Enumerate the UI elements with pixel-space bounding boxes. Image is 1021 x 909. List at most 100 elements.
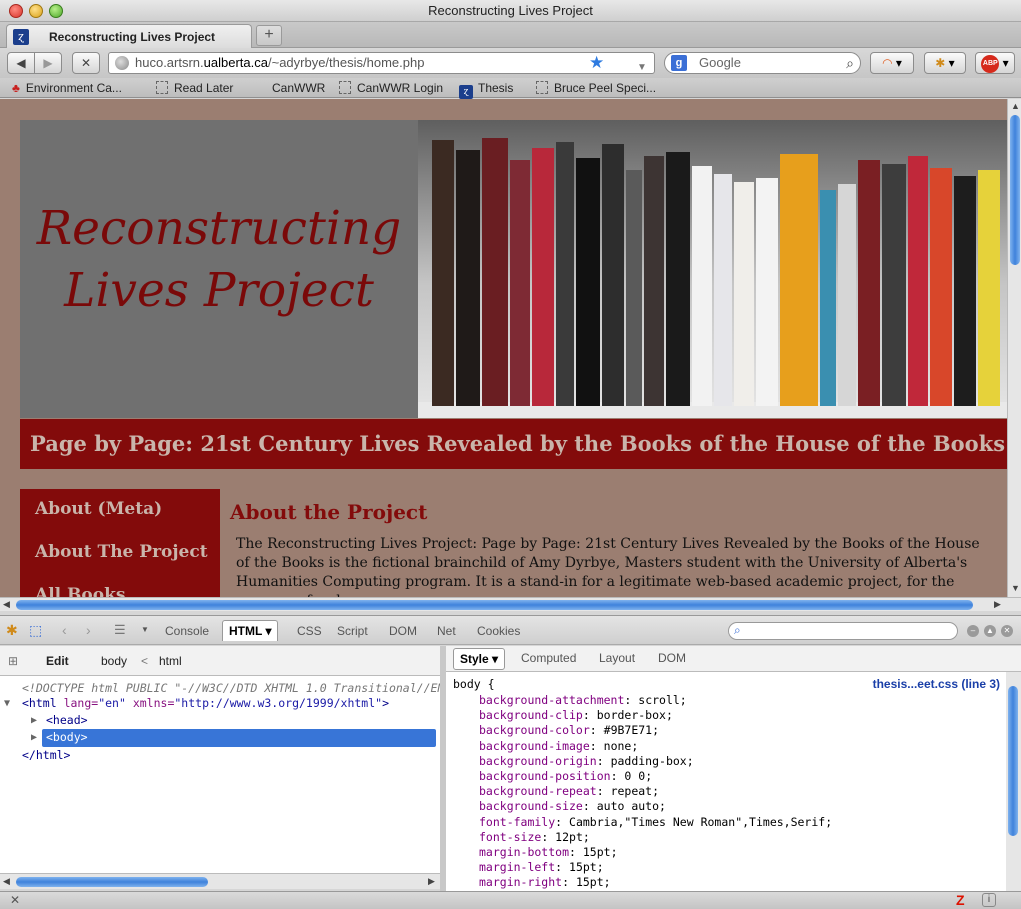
rainbow-extension-button[interactable]: ◠ ▾	[870, 52, 914, 74]
tab-html[interactable]: HTML ▾	[222, 620, 279, 641]
scrollbar-thumb[interactable]	[1008, 686, 1018, 836]
subtab-computed[interactable]: Computed	[521, 651, 576, 665]
inspect-icon[interactable]: ⬚	[29, 622, 42, 639]
bookmark-read-later[interactable]: Read Later	[156, 80, 233, 96]
css-rule[interactable]: margin-right: 15pt;	[479, 875, 611, 889]
page-horizontal-scrollbar[interactable]: ◀ ▶	[0, 597, 1021, 611]
css-rule[interactable]: background-repeat: repeat;	[479, 784, 659, 798]
expand-icon[interactable]: ⊞	[8, 654, 18, 668]
back-button[interactable]: ◀	[7, 52, 35, 74]
info-icon[interactable]: i	[982, 893, 996, 907]
style-panel-scrollbar[interactable]	[1006, 672, 1021, 891]
css-selector: body {	[453, 677, 495, 691]
html-panel-scrollbar[interactable]: ◀ ▶	[0, 873, 440, 889]
subtab-layout[interactable]: Layout	[599, 651, 635, 665]
css-rule[interactable]: background-clip: border-box;	[479, 708, 673, 722]
tab-reconstructing-lives[interactable]: ɀ Reconstructing Lives Project	[6, 24, 252, 48]
tab-dom[interactable]: DOM	[389, 624, 417, 638]
chevron-down-icon[interactable]: ▼	[637, 58, 647, 78]
scroll-left-icon[interactable]: ◀	[3, 599, 10, 610]
css-rule[interactable]: background-color: #9B7E71;	[479, 723, 659, 737]
scroll-right-icon[interactable]: ▶	[994, 599, 1001, 610]
bookmark-thesis[interactable]: ɀ Thesis	[459, 80, 513, 99]
scrollbar-thumb[interactable]	[1010, 115, 1020, 265]
css-property-value: 15pt;	[575, 875, 611, 889]
minimize-panel-icon[interactable]: –	[967, 625, 979, 637]
css-property-name: background-color	[479, 723, 590, 737]
tab-script[interactable]: Script	[337, 624, 368, 638]
edit-button[interactable]: Edit	[46, 654, 69, 668]
css-rule[interactable]: background-attachment: scroll;	[479, 693, 687, 707]
css-rule[interactable]: background-origin: padding-box;	[479, 754, 694, 768]
scroll-up-icon[interactable]: ▲	[1011, 101, 1020, 111]
close-icon[interactable]: ✕	[10, 893, 20, 907]
tab-net[interactable]: Net	[437, 624, 456, 638]
tab-html-label: HTML	[229, 624, 263, 638]
scrollbar-thumb[interactable]	[16, 600, 973, 610]
scroll-down-icon[interactable]: ▼	[1011, 583, 1020, 593]
navigation-toolbar: ◀ ▶ ✕ huco.artsrn.ualberta.ca/~adyrbye/t…	[0, 48, 1021, 78]
close-window-button[interactable]	[9, 4, 23, 18]
bookmark-canwwr[interactable]: CanWWR	[272, 80, 325, 96]
breadcrumb-html[interactable]: html	[159, 654, 182, 668]
subtitle-bar: Page by Page: 21st Century Lives Reveale…	[20, 419, 1007, 469]
css-rule[interactable]: background-image: none;	[479, 739, 638, 753]
zoom-window-button[interactable]	[49, 4, 63, 18]
subtab-style[interactable]: Style ▾	[453, 648, 506, 670]
forward-icon[interactable]: ›	[86, 622, 91, 638]
new-tab-button[interactable]: +	[256, 25, 282, 46]
menu-icon[interactable]: ☰	[114, 622, 126, 638]
scroll-right-icon[interactable]: ▶	[428, 876, 435, 887]
subtab-dom[interactable]: DOM	[658, 651, 686, 665]
detach-panel-icon[interactable]: ▲	[984, 625, 996, 637]
breadcrumb-body[interactable]: body	[101, 654, 127, 668]
bookmark-star-icon[interactable]: ★	[589, 53, 604, 73]
search-input[interactable]: g Google ⌕	[664, 52, 861, 74]
expand-triangle-icon[interactable]: ▶	[31, 715, 37, 726]
google-icon[interactable]: g	[671, 55, 687, 71]
style-panel-header: Style ▾ Computed Layout DOM	[446, 646, 1021, 672]
tab-console[interactable]: Console	[165, 624, 209, 638]
address-bar[interactable]: huco.artsrn.ualberta.ca/~adyrbye/thesis/…	[108, 52, 655, 74]
firebug-button[interactable]: ✱ ▾	[924, 52, 966, 74]
nav-link-about-meta[interactable]: About (Meta)	[35, 499, 162, 519]
site-banner: Reconstructing Lives Project	[20, 120, 1007, 418]
nav-link-all-books[interactable]: All Books	[35, 585, 125, 597]
collapse-triangle-icon[interactable]: ▼	[4, 698, 10, 709]
css-rule[interactable]: background-size: auto auto;	[479, 799, 666, 813]
html-element-line[interactable]: <html lang="en" xmlns="http://www.w3.org…	[22, 696, 389, 710]
css-source-link[interactable]: thesis...eet.css (line 3)	[873, 677, 1000, 691]
tab-cookies[interactable]: Cookies	[477, 624, 520, 638]
stop-icon: ✕	[80, 56, 92, 70]
search-icon[interactable]: ⌕	[846, 53, 854, 73]
css-rule[interactable]: margin-bottom: 15pt;	[479, 845, 618, 859]
nav-link-about-project[interactable]: About The Project	[35, 542, 208, 562]
scroll-left-icon[interactable]: ◀	[3, 876, 10, 887]
css-rule[interactable]: margin-left: 15pt;	[479, 860, 604, 874]
expand-triangle-icon[interactable]: ▶	[31, 732, 37, 743]
css-property-value: scroll;	[638, 693, 687, 707]
back-icon[interactable]: ‹	[62, 622, 67, 638]
css-property-name: margin-left	[479, 860, 556, 874]
chevron-down-icon[interactable]: ▼	[141, 625, 149, 634]
body-element-line-selected[interactable]: <body>	[42, 729, 436, 747]
tab-css[interactable]: CSS	[297, 624, 322, 638]
forward-button[interactable]: ▶	[34, 52, 62, 74]
css-rule[interactable]: background-position: 0 0;	[479, 769, 652, 783]
css-rule[interactable]: font-size: 12pt;	[479, 830, 590, 844]
bookmark-environment-canada[interactable]: ♣ Environment Ca...	[12, 80, 122, 96]
scrollbar-thumb[interactable]	[16, 877, 208, 887]
page-vertical-scrollbar[interactable]: ▲ ▼	[1007, 99, 1021, 597]
stop-button[interactable]: ✕	[72, 52, 100, 74]
css-property-name: margin-right	[479, 875, 563, 889]
adblock-button[interactable]: ABP ▾	[975, 52, 1015, 74]
bookmark-canwwr-login[interactable]: CanWWR Login	[339, 80, 443, 96]
css-rule[interactable]: font-family: Cambria,"Times New Roman",T…	[479, 815, 832, 829]
head-element-line[interactable]: <head>	[46, 713, 88, 727]
zotero-icon[interactable]: Z	[956, 892, 965, 908]
bookmark-bruce-peel[interactable]: Bruce Peel Speci...	[536, 80, 656, 96]
minimize-window-button[interactable]	[29, 4, 43, 18]
close-panel-icon[interactable]: ✕	[1001, 625, 1013, 637]
firebug-search-input[interactable]: ⌕	[728, 622, 958, 640]
firebug-bug-icon[interactable]: ✱	[6, 622, 18, 639]
